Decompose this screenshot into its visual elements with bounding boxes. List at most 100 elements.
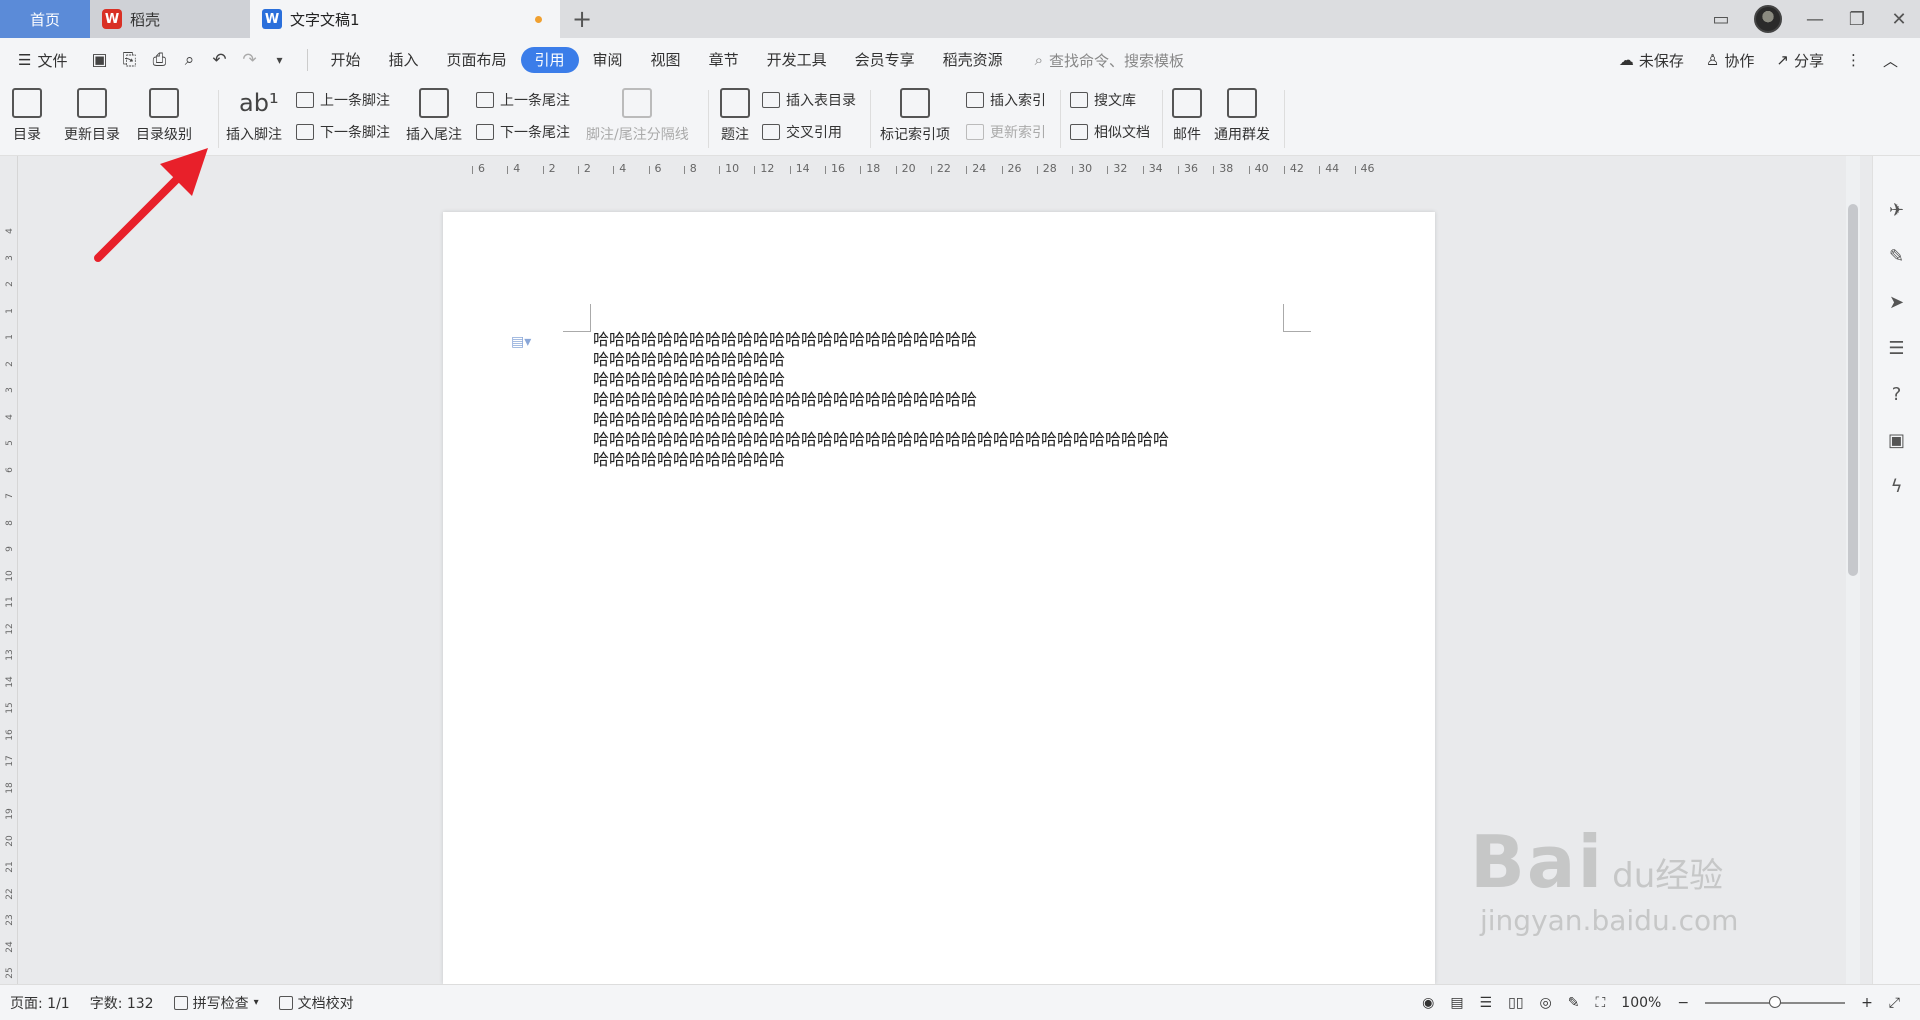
tab-page-layout[interactable]: 页面布局: [433, 47, 521, 73]
file-menu[interactable]: ☰ 文件: [0, 50, 79, 71]
text-line[interactable]: 哈哈哈哈哈哈哈哈哈哈哈哈: [593, 450, 1169, 470]
text-line[interactable]: 哈哈哈哈哈哈哈哈哈哈哈哈哈哈哈哈哈哈哈哈哈哈哈哈: [593, 330, 1169, 350]
toc-level-button[interactable]: 目录级别: [136, 88, 192, 144]
save-icon[interactable]: ▣: [89, 50, 109, 70]
restore-button[interactable]: ❐: [1836, 0, 1878, 38]
update-index-button[interactable]: 更新索引: [966, 122, 1046, 142]
export-icon[interactable]: ⎘: [119, 50, 139, 70]
zoom-slider-thumb[interactable]: [1769, 995, 1782, 1008]
search-library-button[interactable]: 搜文库: [1070, 90, 1136, 110]
fullscreen-icon[interactable]: ⤢: [1889, 995, 1900, 1011]
document-page[interactable]: ▤▾ 哈哈哈哈哈哈哈哈哈哈哈哈哈哈哈哈哈哈哈哈哈哈哈哈 哈哈哈哈哈哈哈哈哈哈哈哈…: [443, 212, 1435, 984]
command-search[interactable]: ⌕ 查找命令、搜索模板: [1035, 50, 1184, 71]
cross-ref-label: 交叉引用: [786, 125, 842, 141]
sliders-icon[interactable]: ☰: [1885, 336, 1909, 360]
tab-daoke-resources[interactable]: 稻壳资源: [929, 47, 1017, 73]
ruler-tick-label: 12: [760, 162, 775, 175]
proofread-button[interactable]: 文档校对: [269, 993, 364, 1013]
document-body[interactable]: 哈哈哈哈哈哈哈哈哈哈哈哈哈哈哈哈哈哈哈哈哈哈哈哈 哈哈哈哈哈哈哈哈哈哈哈哈 哈哈…: [593, 330, 1169, 470]
tab-chapter[interactable]: 章节: [695, 47, 753, 73]
text-line[interactable]: 哈哈哈哈哈哈哈哈哈哈哈哈: [593, 370, 1169, 390]
print-preview-icon[interactable]: ⌕: [179, 50, 199, 70]
ruler-tick: [754, 166, 756, 174]
tab-insert[interactable]: 插入: [374, 47, 432, 73]
fit-page-icon[interactable]: ⛶: [1595, 995, 1605, 1011]
eye-icon[interactable]: ◉: [1422, 995, 1434, 1011]
tab-view[interactable]: 视图: [637, 47, 695, 73]
plus-icon: +: [571, 5, 593, 33]
horizontal-ruler[interactable]: 6 4 2 2 4 6 8 10 12 14 16 18 20 22 24 26 28 30 32 34 36 38 40 4…: [458, 158, 1422, 180]
window-layout-icon[interactable]: ▭: [1700, 0, 1742, 38]
cross-ref-button[interactable]: 交叉引用: [762, 122, 842, 142]
spell-check-button[interactable]: 拼写检查 ▾: [164, 993, 269, 1013]
tab-member[interactable]: 会员专享: [841, 47, 929, 73]
zoom-slider[interactable]: [1705, 995, 1846, 1008]
mark-index-button[interactable]: 标记索引项: [880, 88, 950, 144]
next-endnote-button[interactable]: 下一条尾注: [476, 122, 570, 142]
image-icon[interactable]: ▣: [1885, 428, 1909, 452]
mass-send-button[interactable]: 通用群发: [1214, 88, 1270, 144]
tab-home[interactable]: 首页: [0, 0, 90, 38]
ruler-tick-label: 30: [1078, 162, 1093, 175]
rocket-icon[interactable]: ✈: [1885, 198, 1909, 222]
caption-button[interactable]: 题注: [720, 88, 750, 144]
redo-icon[interactable]: ↷: [239, 50, 259, 70]
undo-icon[interactable]: ↶: [209, 50, 229, 70]
zoom-in-icon[interactable]: +: [1861, 995, 1873, 1011]
help-icon[interactable]: ?: [1885, 382, 1909, 406]
next-footnote-button[interactable]: 下一条脚注: [296, 122, 390, 142]
minimize-button[interactable]: —: [1794, 0, 1836, 38]
tab-document[interactable]: W 文字文稿1: [250, 0, 560, 38]
cursor-icon[interactable]: ➤: [1885, 290, 1909, 314]
insert-table-of-figures-button[interactable]: 插入表目录: [762, 90, 856, 110]
text-line[interactable]: 哈哈哈哈哈哈哈哈哈哈哈哈: [593, 350, 1169, 370]
avatar[interactable]: [1754, 5, 1782, 33]
prev-endnote-label: 上一条尾注: [500, 93, 570, 109]
unsaved-label: 未保存: [1638, 51, 1684, 70]
tab-start[interactable]: 开始: [316, 47, 374, 73]
more-menu-icon[interactable]: ⋮: [1846, 51, 1861, 69]
vertical-ruler[interactable]: 4 3 2 1 1 2 3 4 5 6 7 8 9 10 11 12 13 14 15 16 17 18 19 20 21 22 2…: [0, 156, 18, 984]
insert-footnote-button[interactable]: ab¹ 插入脚注: [226, 88, 282, 144]
tab-daoke[interactable]: W 稻壳: [90, 0, 250, 38]
tab-references[interactable]: 引用: [520, 47, 579, 73]
unsaved-button[interactable]: ☁ 未保存: [1619, 50, 1684, 71]
mail-button[interactable]: 邮件: [1172, 88, 1202, 144]
zoom-out-icon[interactable]: −: [1677, 995, 1689, 1011]
lightning-icon[interactable]: ϟ: [1885, 474, 1909, 498]
prev-footnote-button[interactable]: 上一条脚注: [296, 90, 390, 110]
share-button[interactable]: ↗ 分享: [1776, 50, 1824, 71]
toc-button[interactable]: 目录: [12, 88, 42, 144]
tab-developer[interactable]: 开发工具: [753, 47, 841, 73]
page-view-icon[interactable]: ▤: [1450, 995, 1463, 1011]
web-view-icon[interactable]: ◎: [1540, 995, 1552, 1011]
print-icon[interactable]: ⎙: [149, 50, 169, 70]
insert-index-button[interactable]: 插入索引: [966, 90, 1046, 110]
similar-docs-button[interactable]: 相似文档: [1070, 122, 1150, 142]
outline-view-icon[interactable]: ☰: [1480, 995, 1493, 1011]
pen-mode-icon[interactable]: ✎: [1568, 995, 1580, 1011]
tab-review[interactable]: 审阅: [579, 47, 637, 73]
close-button[interactable]: ✕: [1878, 0, 1920, 38]
page-count[interactable]: 页面: 1/1: [0, 993, 80, 1013]
collab-button[interactable]: ♙ 协作: [1706, 50, 1754, 71]
insert-endnote-button[interactable]: 插入尾注: [406, 88, 462, 144]
collapse-ribbon-icon[interactable]: ︿: [1883, 50, 1898, 71]
chevron-down-icon[interactable]: ▾: [269, 53, 289, 67]
zoom-level[interactable]: 100%: [1621, 995, 1661, 1011]
text-line[interactable]: 哈哈哈哈哈哈哈哈哈哈哈哈哈哈哈哈哈哈哈哈哈哈哈哈: [593, 390, 1169, 410]
vertical-scrollbar[interactable]: [1846, 156, 1860, 984]
text-line[interactable]: 哈哈哈哈哈哈哈哈哈哈哈哈哈哈哈哈哈哈哈哈哈哈哈哈哈哈哈哈哈哈哈哈哈哈哈哈: [593, 430, 1169, 450]
prev-endnote-button[interactable]: 上一条尾注: [476, 90, 570, 110]
update-toc-button[interactable]: 更新目录: [64, 88, 120, 144]
pen-icon[interactable]: ✎: [1885, 244, 1909, 268]
reading-view-icon[interactable]: ▯▯: [1508, 995, 1523, 1011]
new-tab-button[interactable]: +: [560, 0, 604, 38]
text-line[interactable]: 哈哈哈哈哈哈哈哈哈哈哈哈: [593, 410, 1169, 430]
note-separator-button[interactable]: 脚注/尾注分隔线: [586, 88, 689, 144]
insert-endnote-label: 插入尾注: [406, 127, 462, 143]
paragraph-layout-icon[interactable]: ▤▾: [511, 334, 531, 350]
scrollbar-thumb[interactable]: [1848, 204, 1858, 576]
next-footnote-label: 下一条脚注: [320, 125, 390, 141]
word-count[interactable]: 字数: 132: [80, 993, 164, 1013]
